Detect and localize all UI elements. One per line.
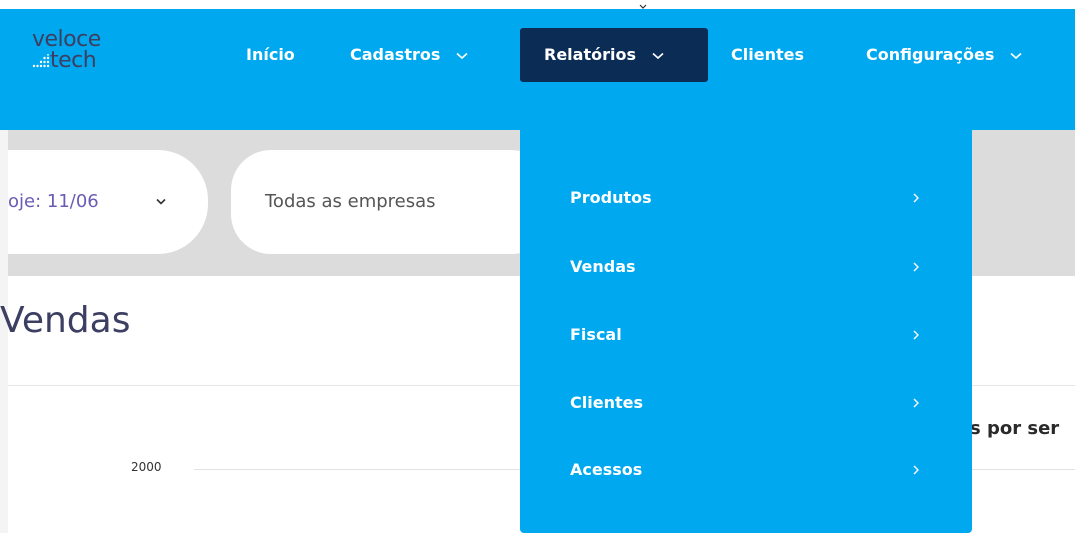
nav-item-label: Configurações [866,45,995,64]
menu-item-clientes[interactable]: Clientes [570,383,920,423]
chart-y-tick-label: 2000 [131,460,162,474]
nav-item-relatorios[interactable]: Relatórios [520,28,708,82]
nav-item-label: Relatórios [544,45,636,64]
nav-item-configuracoes[interactable]: Configurações [866,28,1022,82]
nav-item-clientes[interactable]: Clientes [731,28,804,82]
chart-title: s por ser [970,418,1060,439]
top-navbar: veloce tech Início Cadastros Relatórios … [0,0,1075,130]
logo-text-line1: veloce [32,27,101,52]
caret-icon [639,4,647,9]
date-filter-value: oje: 11/06 [8,191,99,212]
nav-item-label: Cadastros [350,45,441,64]
logo-dots-icon [32,54,50,68]
logo-text-line2: tech [50,48,97,73]
chevron-right-icon [913,262,919,272]
menu-item-label: Vendas [570,257,636,276]
chevron-right-icon [913,465,919,475]
company-filter-value: Todas as empresas [265,191,436,212]
logo[interactable]: veloce tech [32,27,101,73]
nav-item-cadastros[interactable]: Cadastros [350,28,468,82]
chevron-right-icon [913,398,919,408]
menu-item-fiscal[interactable]: Fiscal [570,315,920,355]
page-title: Vendas [0,300,131,341]
date-filter-select[interactable]: oje: 11/06 [8,150,208,254]
top-strip [0,0,1075,9]
nav-item-label: Clientes [731,45,804,64]
menu-item-label: Acessos [570,460,643,479]
nav-item-label: Início [246,45,295,64]
chevron-right-icon [913,193,919,203]
menu-item-label: Clientes [570,393,643,412]
chevron-down-icon [156,198,166,205]
company-filter-select[interactable]: Todas as empresas [231,150,551,254]
menu-item-label: Produtos [570,188,652,207]
chevron-down-icon [456,52,468,59]
chevron-right-icon [913,330,919,340]
menu-item-vendas[interactable]: Vendas [570,247,920,287]
menu-item-acessos[interactable]: Acessos [570,450,920,490]
chevron-down-icon [1010,52,1022,59]
relatorios-dropdown-menu: Produtos Vendas Fiscal Clientes Acessos [520,130,972,533]
menu-item-label: Fiscal [570,325,622,344]
nav-item-inicio[interactable]: Início [246,28,295,82]
menu-item-produtos[interactable]: Produtos [570,178,920,218]
chevron-down-icon [652,52,664,59]
